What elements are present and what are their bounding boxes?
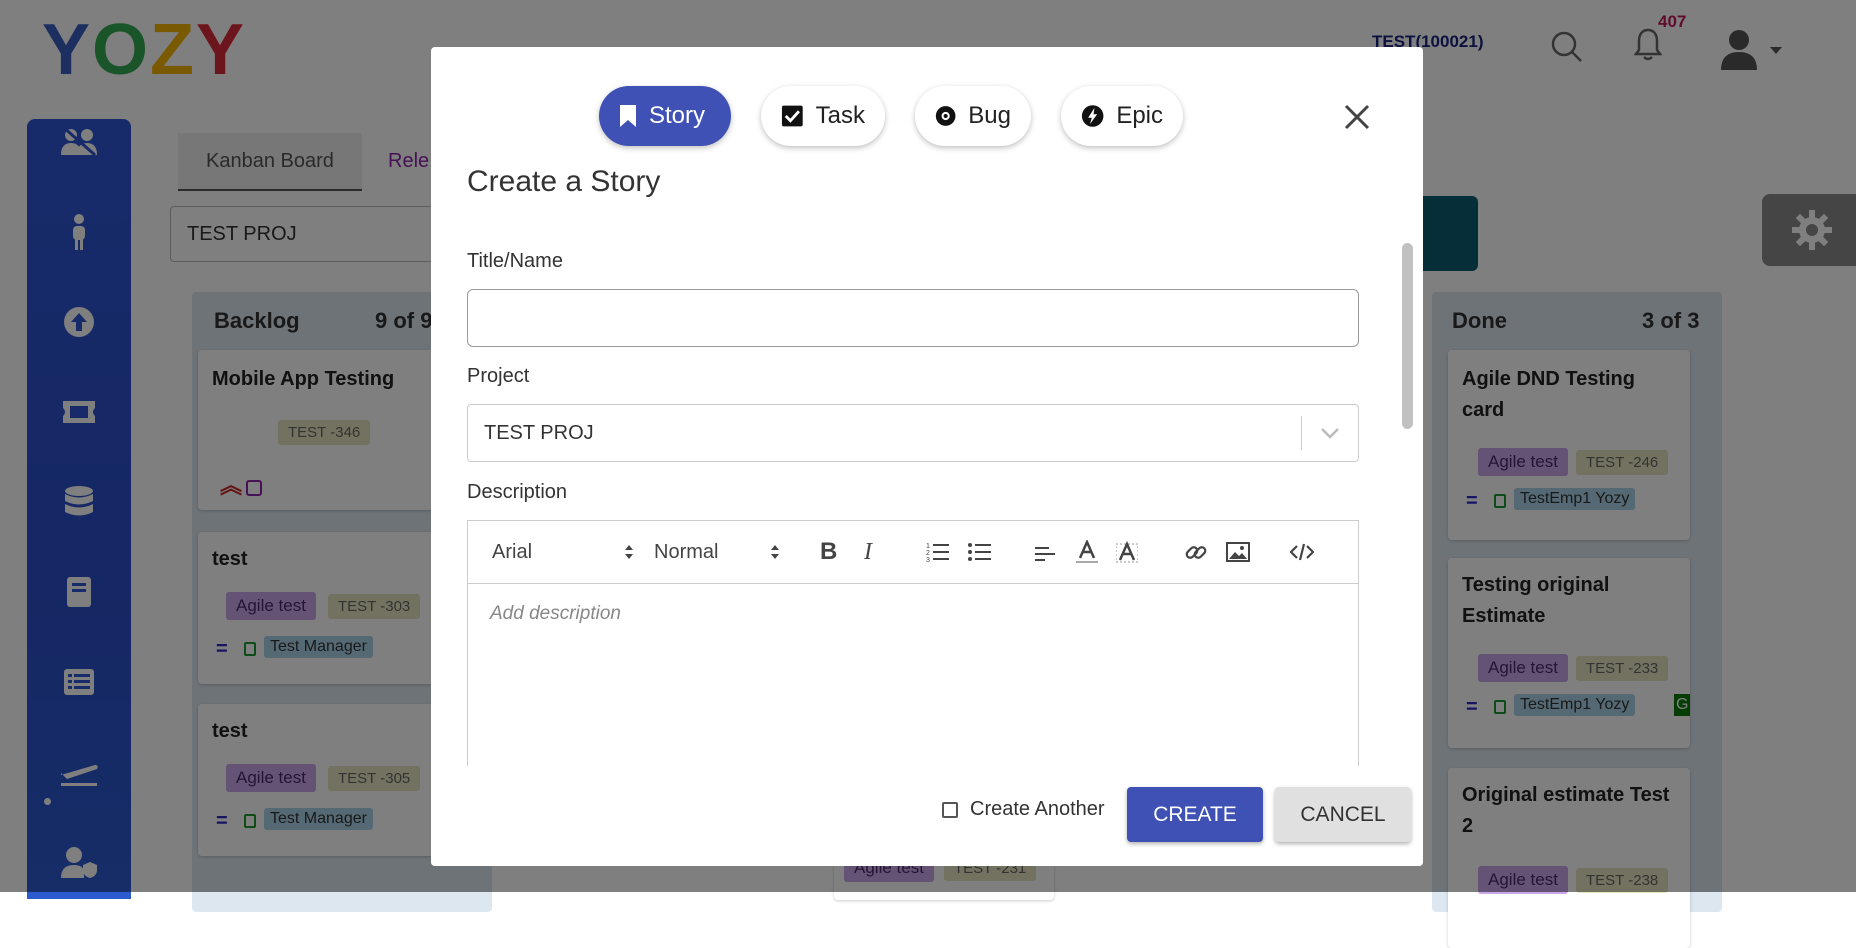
svg-text:2: 2	[926, 550, 930, 557]
type-label: Bug	[968, 102, 1011, 129]
description-label: Description	[467, 481, 568, 503]
description-editor[interactable]: Arial Normal B I 123 Add description	[467, 520, 1359, 780]
create-button[interactable]: CREATE	[1127, 787, 1263, 842]
ordered-list-icon[interactable]: 123	[926, 521, 950, 583]
sort-icon	[625, 545, 633, 559]
checkbox-square[interactable]	[942, 801, 958, 818]
background-color-icon[interactable]	[1116, 521, 1138, 583]
title-input[interactable]	[467, 289, 1359, 347]
size-select[interactable]: Normal	[654, 521, 780, 583]
link-icon[interactable]	[1184, 521, 1208, 583]
bookmark-icon	[620, 105, 636, 127]
editor-toolbar: Arial Normal B I 123	[468, 521, 1358, 584]
create-another-label: Create Another	[970, 798, 1105, 820]
bullet-list-icon[interactable]	[968, 521, 992, 583]
description-placeholder: Add description	[490, 603, 621, 624]
font-select[interactable]: Arial	[492, 521, 634, 583]
svg-text:3: 3	[926, 557, 930, 563]
dialog-title: Create a Story	[467, 165, 661, 198]
type-label: Task	[815, 102, 865, 129]
checkbox-icon	[781, 105, 803, 127]
title-label: Title/Name	[467, 250, 563, 272]
svg-text:1: 1	[926, 543, 930, 550]
bold-icon[interactable]: B	[820, 521, 837, 583]
font-select-value: Arial	[492, 540, 533, 563]
close-icon[interactable]	[1337, 97, 1377, 137]
text-color-icon[interactable]	[1076, 521, 1098, 583]
project-select[interactable]: TEST PROJ	[467, 404, 1359, 462]
type-epic-button[interactable]: Epic	[1061, 86, 1183, 146]
italic-icon[interactable]: I	[864, 521, 872, 583]
size-select-value: Normal	[654, 540, 719, 563]
bug-icon	[935, 106, 956, 126]
image-icon[interactable]	[1226, 521, 1250, 583]
sort-icon	[771, 545, 779, 559]
type-task-button[interactable]: Task	[761, 86, 885, 146]
type-label: Story	[649, 102, 706, 129]
project-select-value: TEST PROJ	[484, 421, 594, 444]
create-issue-dialog: Story Task Bug Epic Create a Story Title…	[431, 47, 1423, 866]
dialog-footer: Create Another CREATE CANCEL	[431, 766, 1423, 866]
code-icon[interactable]	[1290, 521, 1314, 583]
chevron-down-icon[interactable]	[1302, 427, 1358, 439]
cancel-button[interactable]: CANCEL	[1275, 787, 1411, 842]
align-icon[interactable]	[1034, 521, 1056, 583]
create-another-checkbox[interactable]: Create Another	[942, 798, 1105, 821]
dialog-scrollbar[interactable]	[1402, 243, 1413, 429]
type-bug-button[interactable]: Bug	[915, 86, 1031, 146]
type-label: Epic	[1116, 102, 1163, 129]
type-story-button[interactable]: Story	[599, 86, 731, 146]
project-label: Project	[467, 365, 530, 387]
lightning-icon	[1081, 105, 1104, 127]
